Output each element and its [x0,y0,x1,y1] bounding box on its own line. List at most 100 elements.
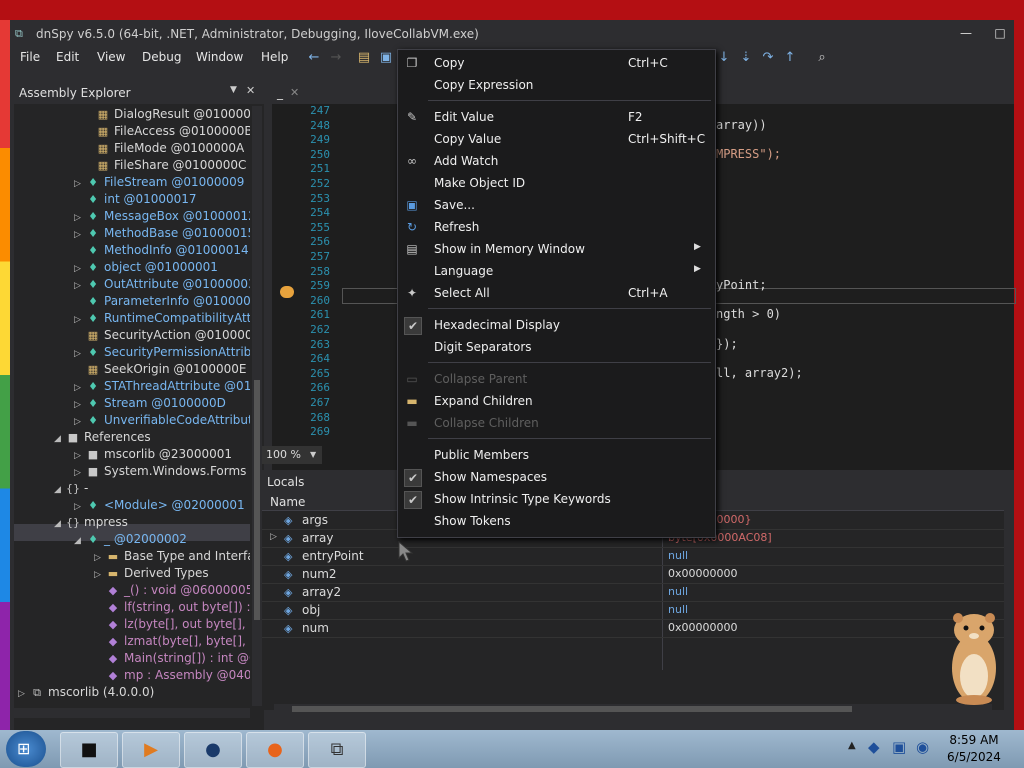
locals-row[interactable]: ◈ obj null [262,601,1004,620]
tree-node[interactable]: ▷ ♦ MessageBox @01000012 [74,208,250,225]
local-value[interactable]: null [668,585,688,598]
dropdown-icon[interactable]: ▼ [230,85,237,95]
taskbar-firefox[interactable]: ● [246,732,304,768]
tree-node[interactable]: ▦ DialogResult @01000013 [84,106,250,123]
expand-arrow-icon[interactable]: ▷ [18,686,28,703]
tree-node[interactable]: ▦ SecurityAction @01000005 [74,327,250,344]
menu-debug[interactable]: Debug [142,50,181,64]
menu-item-copy-expression[interactable]: Copy Expression [398,74,715,96]
tree-node[interactable]: ◆ _() : void @06000005 [94,582,250,599]
open-icon[interactable]: ▤ [356,50,372,66]
menu-help[interactable]: Help [261,50,288,64]
tree-node[interactable]: ◆ lf(string, out byte[]) : b [94,599,250,616]
assembly-tree[interactable]: ▦ DialogResult @01000013 ▦ FileAccess @0100… [14,106,250,706]
expand-arrow-icon[interactable]: ▷ [270,532,277,542]
local-value[interactable]: 0x00000000 [668,567,738,580]
menu-window[interactable]: Window [196,50,243,64]
forward-icon[interactable]: → [328,50,344,66]
menu-item-refresh[interactable]: ↻ Refresh [398,216,715,238]
tree-node[interactable]: ▷ ♦ STAThreadAttribute @010 [74,378,250,395]
menu-item-digit-separators[interactable]: Digit Separators [398,336,715,358]
tree-node[interactable]: ▷ ▬ Base Type and Interfac [94,548,250,565]
taskbar-cmd[interactable]: ■ [60,732,118,768]
locals-row[interactable]: ◈ num2 0x00000000 [262,565,1004,584]
back-icon[interactable]: ← [306,50,322,66]
tree-node[interactable]: ▷ ▬ Derived Types [94,565,209,582]
menu-item-select-all[interactable]: ✦ Select All Ctrl+A [398,282,715,304]
menu-item-show-in-memory-window[interactable]: ▤ Show in Memory Window ▶ [398,238,715,260]
show-hidden-icons[interactable]: ▲ [848,740,856,751]
tree-node[interactable]: ◢ ♦ _ @02000002 [74,531,187,548]
taskbar-media[interactable]: ▶ [122,732,180,768]
menu-edit[interactable]: Edit [56,50,79,64]
save-all-icon[interactable]: ▣ [378,50,394,66]
taskbar-dnspy[interactable]: ⧉ [308,732,366,768]
menu-item-collapse-parent[interactable]: ▭ Collapse Parent [398,368,715,390]
menu-item-edit-value[interactable]: ✎ Edit Value F2 [398,106,715,128]
tree-node[interactable]: ▷ ♦ OutAttribute @01000003 [74,276,250,293]
title-bar[interactable]: ⧉ dnSpy v6.5.0 (64-bit, .NET, Administra… [10,20,1014,46]
tree-node[interactable]: ▷ ⧉ mscorlib (4.0.0.0) [18,684,154,701]
menu-item-hexadecimal-display[interactable]: ✔ Hexadecimal Display [398,314,715,336]
step-over-icon[interactable]: ↷ [760,50,776,66]
menu-item-show-tokens[interactable]: Show Tokens [398,510,715,532]
taskbar-browser[interactable]: ● [184,732,242,768]
expand-arrow-icon[interactable]: ◢ [74,533,84,550]
tree-node[interactable]: ▷ ♦ UnverifiableCodeAttribute [74,412,250,429]
clock-date[interactable]: 6/5/2024 [944,750,1004,764]
tab-close-icon[interactable]: ✕ [290,86,299,99]
menu-view[interactable]: View [97,50,125,64]
local-value[interactable]: 0x00000000 [668,621,738,634]
tree-node[interactable]: ◆ lzmat(byte[], byte[], in [94,633,250,650]
locals-row[interactable]: ◈ num 0x00000000 [262,619,1004,638]
menu-item-show-intrinsic-type-keywords[interactable]: ✔ Show Intrinsic Type Keywords [398,488,715,510]
maximize-button[interactable]: □ [988,24,1012,42]
tree-node[interactable]: ◢{} - [54,480,88,497]
tree-node[interactable]: ▷ ♦ object @01000001 [74,259,218,276]
tree-node[interactable]: ◆ mp : Assembly @0400 [94,667,250,684]
menu-file[interactable]: File [20,50,40,64]
tree-node[interactable]: ▷ ♦ MethodBase @01000015 [74,225,250,242]
start-button[interactable]: ⊞ [6,731,46,767]
tree-node[interactable]: ▦ FileAccess @0100000B [84,123,250,140]
step-out-icon[interactable]: ↑ [782,50,798,66]
locals-row[interactable]: ◈ entryPoint null [262,547,1004,566]
editor-tab[interactable]: _ [277,86,283,100]
tree-node[interactable]: ▷ ♦ <Module> @02000001 [74,497,245,514]
tree-node[interactable]: ♦ MethodInfo @01000014 [74,242,249,259]
expand-arrow-icon[interactable]: ◢ [54,482,64,499]
menu-item-make-object-id[interactable]: Make Object ID [398,172,715,194]
security-shield-icon[interactable]: ◆ [868,738,880,756]
volume-icon[interactable]: ◉ [916,738,929,756]
locals-scroll-thumb[interactable] [292,706,852,712]
tree-node[interactable]: ▷ ■ mscorlib @23000001 [74,446,232,463]
local-value[interactable]: null [668,603,688,616]
minimize-button[interactable]: — [954,24,978,42]
network-icon[interactable]: ▣ [892,738,906,756]
menu-item-collapse-children[interactable]: ▬ Collapse Children [398,412,715,434]
name-column-header[interactable]: Name [270,495,305,509]
tree-node[interactable]: ◢{} mpress [54,514,128,531]
step-down-icon[interactable]: ⇣ [738,50,754,66]
tree-horizontal-scrollbar[interactable] [14,708,250,718]
close-icon[interactable]: ✕ [246,84,255,97]
menu-item-add-watch[interactable]: ∞ Add Watch [398,150,715,172]
menu-item-copy[interactable]: ❐ Copy Ctrl+C [398,52,715,74]
tree-node[interactable]: ▦ SeekOrigin @0100000E [74,361,247,378]
tree-node[interactable]: ♦ ParameterInfo @01000016 [74,293,250,310]
tree-node[interactable]: ▷ ♦ RuntimeCompatibilityAttri [74,310,250,327]
expand-arrow-icon[interactable]: ◢ [54,516,64,533]
tree-node[interactable]: ▷ ■ System.Windows.Forms @ [74,463,250,480]
zoom-selector[interactable]: 100 % ▼ [262,446,322,464]
local-value[interactable]: null [668,549,688,562]
menu-item-language[interactable]: Language ▶ [398,260,715,282]
zoom-dropdown-icon[interactable]: ▼ [310,450,316,459]
search-icon[interactable]: ⌕ [814,50,830,66]
menu-item-public-members[interactable]: Public Members [398,444,715,466]
tree-node[interactable]: ◢ ■ References [54,429,151,446]
tree-node[interactable]: ◆ Main(string[]) : int @0 [94,650,250,667]
tree-node[interactable]: ▷ ♦ Stream @0100000D [74,395,226,412]
menu-item-expand-children[interactable]: ▬ Expand Children [398,390,715,412]
menu-item-copy-value[interactable]: Copy Value Ctrl+Shift+C [398,128,715,150]
tree-node[interactable]: ▦ FileShare @0100000C [84,157,247,174]
